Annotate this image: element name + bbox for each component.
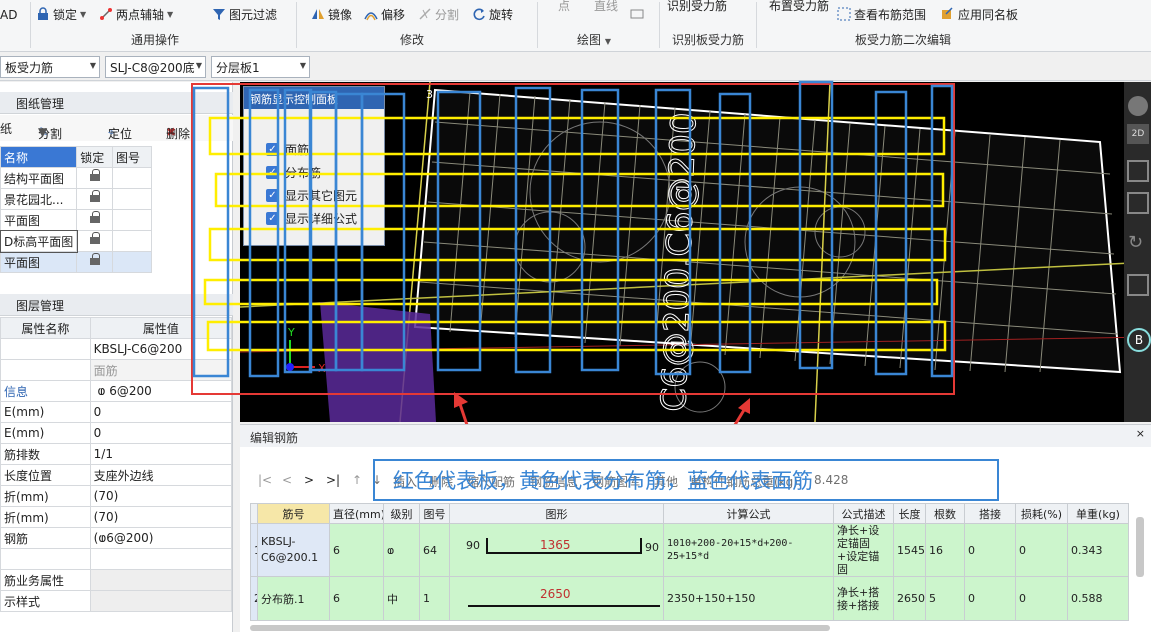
formula-desc-cell[interactable]: 净长+设定锚固+设定锚固 <box>833 523 894 577</box>
annotation-yellow-boxes <box>203 116 947 352</box>
shape-no-cell[interactable]: 1 <box>419 576 450 621</box>
loss-cell[interactable]: 0 <box>1015 576 1068 621</box>
col-formula-desc: 公式描述 <box>833 503 894 524</box>
col-diameter: 直径(mm) <box>329 503 384 524</box>
next-record-button[interactable]: > <box>304 473 314 487</box>
first-record-button[interactable]: |< <box>258 473 272 487</box>
rebar-table-header: 筋号 直径(mm) 级别 图号 图形 计算公式 公式描述 长度 根数 搭接 损耗… <box>250 503 1129 524</box>
annotation-text-box: 红色代表板，黄色代表分布筋，蓝色代表面筋 <box>373 459 999 501</box>
lap-cell[interactable]: 0 <box>964 523 1016 577</box>
bar-no-cell[interactable]: 分布筋.1 <box>257 576 330 621</box>
col-index <box>250 503 258 524</box>
loss-cell[interactable]: 0 <box>1015 523 1068 577</box>
unit-weight-cell[interactable]: 0.588 <box>1067 576 1129 621</box>
prev-record-button[interactable]: < <box>282 473 292 487</box>
edit-rebar-title: 编辑钢筋 <box>240 425 1151 447</box>
annotation-text: 红色代表板，黄色代表分布筋，蓝色代表面筋 <box>393 469 813 493</box>
shape-drawing <box>486 538 642 554</box>
table-row[interactable]: 2 分布筋.1 6 中 1 2650 2350+150+150 净长+搭接+搭接… <box>250 576 1129 621</box>
col-grade: 级别 <box>383 503 420 524</box>
formula-desc-cell[interactable]: 净长+搭接+搭接 <box>833 576 894 621</box>
unit-weight-cell[interactable]: 0.343 <box>1067 523 1129 577</box>
col-lap: 搭接 <box>964 503 1016 524</box>
last-record-button[interactable]: >| <box>326 473 340 487</box>
col-unit-weight: 单重(kg) <box>1067 503 1129 524</box>
formula-cell[interactable]: 2350+150+150 <box>663 576 834 621</box>
length-cell[interactable]: 1545 <box>893 523 926 577</box>
col-count: 根数 <box>925 503 965 524</box>
rebar-table: 筋号 直径(mm) 级别 图号 图形 计算公式 公式描述 长度 根数 搭接 损耗… <box>250 503 1129 621</box>
shape-right-dim: 90 <box>645 541 659 554</box>
edit-rebar-panel: 编辑钢筋 × |< < > >| ↑ ↓ 插入 删除 缩尺配筋 钢筋信息 钢筋图… <box>240 424 1151 632</box>
shape-cell[interactable]: 2650 <box>449 576 664 621</box>
annotation-red-box <box>191 83 955 395</box>
col-shape: 图形 <box>449 503 664 524</box>
grade-cell[interactable]: ⱷ <box>383 523 420 577</box>
col-formula: 计算公式 <box>663 503 834 524</box>
shape-cell[interactable]: 90 1365 90 <box>449 523 664 577</box>
shape-drawing <box>468 605 660 607</box>
close-icon[interactable]: × <box>1136 427 1145 440</box>
col-shape-no: 图号 <box>419 503 450 524</box>
table-row[interactable]: 1 KBSLJ-C6@200.1 6 ⱷ 64 90 1365 90 1010+… <box>250 523 1129 577</box>
col-bar-no: 筋号 <box>257 503 330 524</box>
bar-no-cell[interactable]: KBSLJ-C6@200.1 <box>257 523 330 577</box>
count-cell[interactable]: 5 <box>925 576 965 621</box>
move-up-button[interactable]: ↑ <box>352 473 362 487</box>
col-length: 长度 <box>893 503 926 524</box>
shape-no-cell[interactable]: 64 <box>419 523 450 577</box>
formula-cell[interactable]: 1010+200-20+15*d+200-25+15*d <box>663 523 834 577</box>
shape-left-dim: 90 <box>466 539 480 552</box>
shape-mid-dim: 2650 <box>540 587 571 601</box>
vertical-scrollbar[interactable] <box>1136 517 1144 577</box>
diameter-cell[interactable]: 6 <box>329 523 384 577</box>
row-index: 2 <box>250 576 258 621</box>
col-loss: 损耗(%) <box>1015 503 1068 524</box>
grade-cell[interactable]: 中 <box>383 576 420 621</box>
row-index: 1 <box>250 523 258 577</box>
lap-cell[interactable]: 0 <box>964 576 1016 621</box>
horizontal-scrollbar[interactable] <box>250 625 830 631</box>
length-cell[interactable]: 2650 <box>893 576 926 621</box>
diameter-cell[interactable]: 6 <box>329 576 384 621</box>
count-cell[interactable]: 16 <box>925 523 965 577</box>
